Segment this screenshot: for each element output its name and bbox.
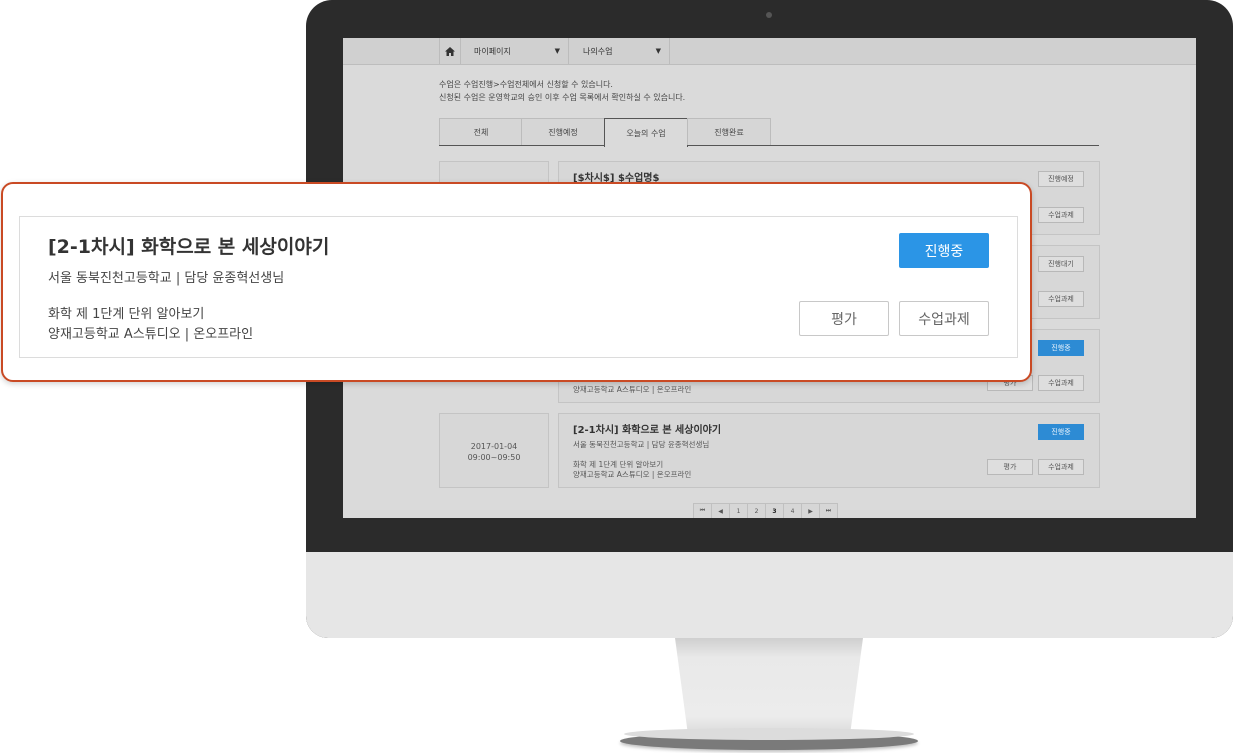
status-badge[interactable]: 진행중 xyxy=(1038,424,1084,440)
mypage-dropdown[interactable]: 마이페이지 ▼ xyxy=(460,38,569,64)
assignment-button[interactable]: 수업과제 xyxy=(1038,459,1084,475)
row-date: 2017-01-04 09:00~09:50 xyxy=(439,413,549,488)
zoom-callout: [2-1차시] 화학으로 본 세상이야기 서울 동북진천고등학교 | 담당 윤종… xyxy=(1,182,1032,382)
home-button[interactable] xyxy=(439,38,461,64)
myclass-dropdown-label: 나의수업 xyxy=(583,46,613,56)
tab-upcoming[interactable]: 진행예정 xyxy=(521,118,605,145)
tab-all[interactable]: 전체 xyxy=(439,118,523,145)
row-school: 서울 동북진천고등학교 | 담당 윤종혁선생님 xyxy=(573,440,710,449)
notice-line-2: 신청된 수업은 운영학교의 승인 이후 수업 목록에서 확인하실 수 있습니다. xyxy=(439,93,686,102)
row-time-text: 09:00~09:50 xyxy=(467,453,521,462)
first-page-icon[interactable]: ⏮ xyxy=(693,503,712,518)
assignment-button[interactable]: 수업과제 xyxy=(899,301,989,336)
prev-page-icon[interactable]: ◀ xyxy=(711,503,730,518)
home-icon xyxy=(445,46,455,56)
pagination: ⏮ ◀ 1 2 3 4 ▶ ⏭ xyxy=(693,503,838,518)
class-card: [2-1차시] 화학으로 본 세상이야기 서울 동북진천고등학교 | 담당 윤종… xyxy=(19,216,1018,358)
myclass-dropdown[interactable]: 나의수업 ▼ xyxy=(569,38,670,64)
page-3[interactable]: 3 xyxy=(765,503,784,518)
last-page-icon[interactable]: ⏭ xyxy=(819,503,838,518)
camera-dot xyxy=(766,12,772,18)
class-location: 양재고등학교 A스튜디오 | 온오프라인 xyxy=(48,327,254,342)
page-4[interactable]: 4 xyxy=(783,503,802,518)
assignment-button[interactable]: 수업과제 xyxy=(1038,375,1084,391)
evaluation-button[interactable]: 평가 xyxy=(799,301,889,336)
monitor-base xyxy=(624,728,914,740)
class-unit: 화학 제 1단계 단위 알아보기 xyxy=(48,307,205,322)
page-1[interactable]: 1 xyxy=(729,503,748,518)
status-badge[interactable]: 진행중 xyxy=(1038,340,1084,356)
evaluation-button[interactable]: 평가 xyxy=(987,459,1033,475)
mypage-dropdown-label: 마이페이지 xyxy=(474,46,511,56)
class-description: 화학 제 1단계 단위 알아보기 양재고등학교 A스튜디오 | 온오프라인 xyxy=(48,305,253,345)
tab-today[interactable]: 오늘의 수업 xyxy=(604,118,688,147)
notice-text: 수업은 수업진행>수업전체에서 신청할 수 있습니다. 신청된 수업은 운영학교… xyxy=(439,78,685,104)
class-title: [2-1차시] 화학으로 본 세상이야기 xyxy=(48,236,330,258)
status-badge[interactable]: 진행예정 xyxy=(1038,171,1084,187)
list-item: [2-1차시] 화학으로 본 세상이야기 서울 동북진천고등학교 | 담당 윤종… xyxy=(558,413,1100,488)
assignment-button[interactable]: 수업과제 xyxy=(1038,207,1084,223)
in-progress-button[interactable]: 진행중 xyxy=(899,233,989,268)
chevron-down-icon: ▼ xyxy=(655,47,661,55)
tab-bar: 전체 진행예정 오늘의 수업 진행완료 xyxy=(439,118,1099,147)
page-2[interactable]: 2 xyxy=(747,503,766,518)
class-school-teacher: 서울 동북진천고등학교 | 담당 윤종혁선생님 xyxy=(48,271,285,286)
notice-line-1: 수업은 수업진행>수업전체에서 신청할 수 있습니다. xyxy=(439,80,613,89)
row-place: 양재고등학교 A스튜디오 | 온오프라인 xyxy=(573,385,692,394)
monitor-chin xyxy=(306,552,1233,638)
tab-completed[interactable]: 진행완료 xyxy=(687,118,771,145)
status-badge[interactable]: 진행대기 xyxy=(1038,256,1084,272)
chevron-down-icon: ▼ xyxy=(554,47,560,55)
row-date-text: 2017-01-04 xyxy=(470,442,518,451)
row-title: [2-1차시] 화학으로 본 세상이야기 xyxy=(573,425,722,436)
next-page-icon[interactable]: ▶ xyxy=(801,503,820,518)
row-place: 양재고등학교 A스튜디오 | 온오프라인 xyxy=(573,470,692,479)
assignment-button[interactable]: 수업과제 xyxy=(1038,291,1084,307)
monitor-stand xyxy=(675,638,863,736)
top-nav: 마이페이지 ▼ 나의수업 ▼ xyxy=(343,38,1196,65)
